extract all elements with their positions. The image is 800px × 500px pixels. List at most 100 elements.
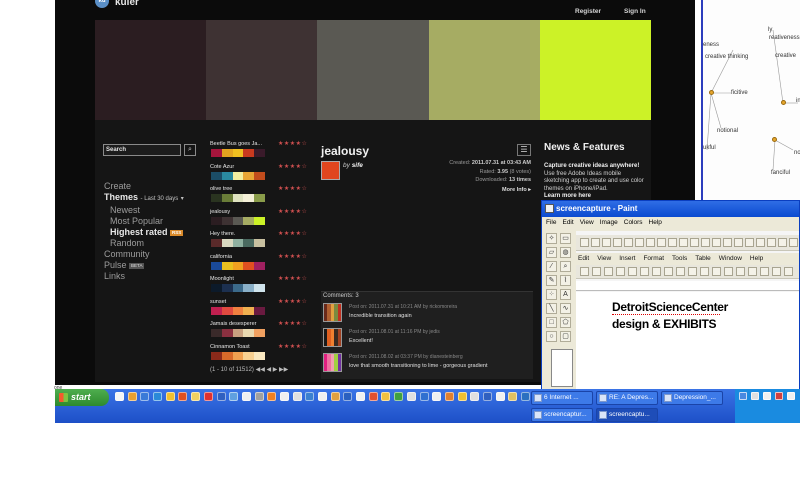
paint-menu-item[interactable]: File — [546, 219, 556, 226]
quick-launch-icon[interactable] — [191, 392, 201, 401]
theme-swatches[interactable] — [211, 261, 265, 270]
curve-icon[interactable]: ∿ — [560, 303, 571, 314]
quick-launch-icon[interactable] — [330, 392, 340, 401]
news-headline[interactable]: Capture creative ideas anywhere! — [544, 163, 646, 171]
quick-launch-icon[interactable] — [356, 392, 366, 401]
paint-menu-item[interactable]: Image — [600, 219, 618, 226]
theme-name[interactable]: Jamais desesperer — [210, 321, 270, 327]
color-picker-icon[interactable]: ⁄ — [546, 261, 557, 272]
nav-pulse[interactable]: Pulse BETA — [104, 260, 184, 271]
quick-launch-icon[interactable] — [216, 392, 226, 401]
paint-menu-item[interactable]: Edit — [562, 219, 573, 226]
adjust-icon[interactable]: ☰ — [517, 144, 531, 156]
theme-swatches[interactable] — [211, 194, 265, 202]
theme-swatches[interactable] — [211, 216, 265, 225]
line-icon[interactable]: ╲ — [546, 303, 557, 314]
theme-name[interactable]: Hey there. — [210, 231, 270, 237]
kuler-logo[interactable]: ku — [95, 0, 109, 8]
theme-list-pagination[interactable]: (1 - 10 of 11512) ◀◀ ◀ ▶ ▶▶ — [210, 366, 288, 373]
theme-list-item[interactable]: Jamais desesperer ★★★★☆ — [210, 321, 310, 344]
rating-stars[interactable]: ★★★★☆ — [278, 253, 307, 260]
nav-links[interactable]: Links — [104, 271, 184, 282]
quick-launch-icon[interactable] — [305, 392, 315, 401]
rectangle-icon[interactable]: □ — [546, 317, 557, 328]
quick-launch-icon[interactable] — [432, 392, 442, 401]
theme-swatches[interactable] — [211, 149, 265, 157]
quick-launch-icon[interactable] — [292, 392, 302, 401]
nav-themes-filter[interactable]: - Last 30 days — [141, 196, 179, 202]
nav-most-popular[interactable]: Most Popular — [104, 216, 184, 227]
quick-launch-icon[interactable] — [482, 392, 492, 401]
theme-list-item[interactable]: Moonlight ★★★★☆ — [210, 276, 310, 299]
magnifier-icon[interactable]: ⌕ — [560, 261, 571, 272]
quick-launch-icon[interactable] — [457, 392, 467, 401]
theme-list-item[interactable]: sunset ★★★★☆ — [210, 299, 310, 322]
quick-launch-icon[interactable] — [241, 392, 251, 401]
network-icon[interactable] — [739, 392, 747, 400]
quick-launch-icon[interactable] — [495, 392, 505, 401]
quick-launch-icon[interactable] — [178, 392, 188, 401]
nav-community[interactable]: Community — [104, 249, 184, 260]
rating-stars[interactable]: ★★★★☆ — [278, 185, 307, 192]
quick-launch-icon[interactable] — [444, 392, 454, 401]
theme-name[interactable]: Cote Azur — [210, 164, 270, 170]
diagram-node[interactable] — [772, 137, 777, 142]
register-link[interactable]: Register — [575, 8, 601, 15]
paint-menu-item[interactable]: Help — [649, 219, 662, 226]
nav-highest-rated[interactable]: Highest rated RSS — [104, 227, 184, 238]
free-select-icon[interactable]: ✧ — [546, 233, 557, 244]
diagram-node[interactable] — [781, 100, 786, 105]
nav-themes[interactable]: Themes - Last 30 days ▾ — [104, 192, 184, 205]
rating-stars[interactable]: ★★★★☆ — [278, 320, 307, 327]
select-icon[interactable]: ▭ — [560, 233, 571, 244]
hero-swatch[interactable] — [95, 20, 207, 120]
taskbar-window-button[interactable]: RE: A Depres... — [596, 391, 658, 405]
quick-launch-icon[interactable] — [115, 392, 124, 401]
search-input[interactable]: Search — [103, 144, 181, 156]
taskbar-window-button[interactable]: 6 Internet ... — [531, 391, 593, 405]
hero-swatch[interactable] — [428, 20, 540, 120]
theme-name[interactable]: jealousy — [210, 209, 270, 215]
quick-launch-icon[interactable] — [254, 392, 264, 401]
quick-launch-icon[interactable] — [140, 392, 150, 401]
rounded-rect-icon[interactable]: ▢ — [560, 331, 571, 342]
taskbar-window-button[interactable]: screencaptur... — [531, 408, 593, 422]
text-icon[interactable]: A — [560, 289, 571, 300]
ellipse-icon[interactable]: ○ — [546, 331, 557, 342]
volume-icon[interactable] — [751, 392, 759, 400]
theme-name[interactable]: Cinnamon Toast — [210, 344, 270, 350]
theme-list-item[interactable]: Beetle Bus goes Ja... ★★★★☆ — [210, 141, 310, 164]
quick-launch-icon[interactable] — [368, 392, 378, 401]
theme-name[interactable]: Moonlight — [210, 276, 270, 282]
theme-name[interactable]: olive tree — [210, 186, 270, 192]
theme-name[interactable]: california — [210, 254, 270, 260]
start-button[interactable]: start — [55, 389, 109, 406]
quick-launch-icon[interactable] — [419, 392, 429, 401]
quick-launch-icon[interactable] — [406, 392, 416, 401]
theme-list-item[interactable]: Cote Azur ★★★★☆ — [210, 164, 310, 187]
rating-stars[interactable]: ★★★★☆ — [278, 208, 307, 215]
more-info-link[interactable]: More Info ▸ — [502, 187, 531, 193]
quick-launch-icon[interactable] — [394, 392, 404, 401]
fill-icon[interactable]: ◍ — [560, 247, 571, 258]
rating-stars[interactable]: ★★★★☆ — [278, 298, 307, 305]
theme-list-item[interactable]: Cinnamon Toast ★★★★☆ — [210, 344, 310, 367]
quick-launch-icon[interactable] — [267, 392, 277, 401]
hero-swatch[interactable] — [206, 20, 318, 120]
theme-swatches[interactable] — [211, 239, 265, 247]
theme-list-item[interactable]: Hey there. ★★★★☆ — [210, 231, 310, 254]
theme-swatches[interactable] — [211, 351, 265, 360]
brush-icon[interactable]: ⌇ — [560, 275, 571, 286]
search-icon[interactable]: ⌕ — [184, 144, 196, 156]
quick-launch-icon[interactable] — [203, 392, 213, 401]
taskbar-window-button[interactable]: screencaptu... — [596, 408, 658, 422]
quick-launch-icon[interactable] — [318, 392, 327, 401]
pencil-icon[interactable]: ✎ — [546, 275, 557, 286]
quick-launch-icon[interactable] — [508, 392, 518, 401]
rating-stars[interactable]: ★★★★☆ — [278, 275, 307, 282]
quick-launch-icon[interactable] — [279, 392, 289, 401]
quick-launch-icon[interactable] — [153, 392, 163, 401]
chevron-down-icon[interactable]: ▾ — [181, 196, 184, 202]
rating-stars[interactable]: ★★★★☆ — [278, 230, 307, 237]
airbrush-icon[interactable]: ⁘ — [546, 289, 557, 300]
